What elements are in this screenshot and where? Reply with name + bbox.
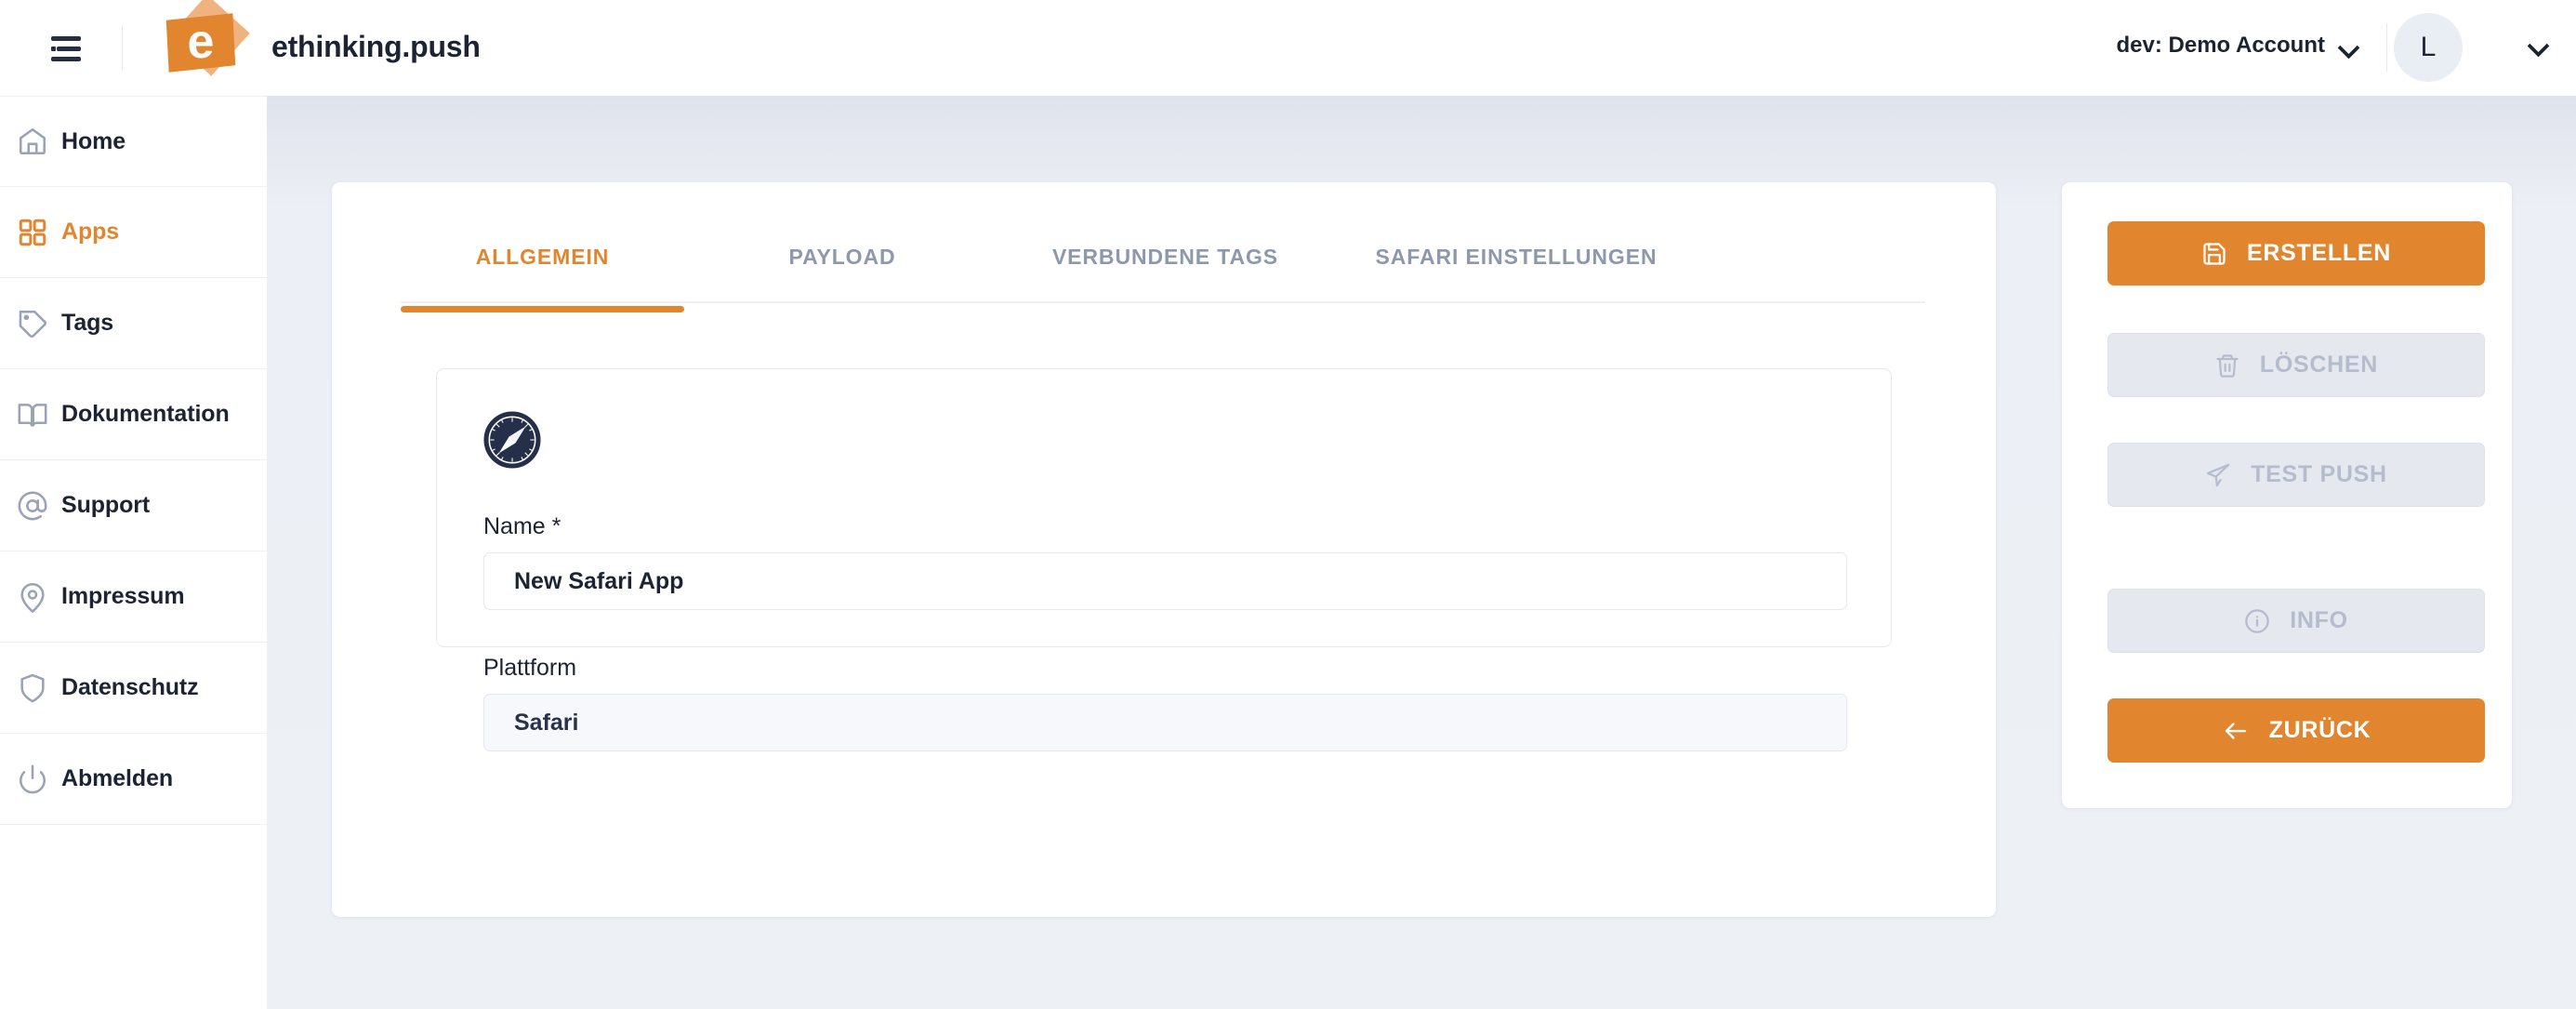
safari-compass-icon bbox=[483, 411, 541, 469]
tab-allgemein[interactable]: ALLGEMEIN bbox=[401, 233, 684, 312]
book-icon bbox=[4, 399, 61, 431]
sidebar-item-home[interactable]: Home bbox=[0, 96, 267, 187]
sidebar-item-abmelden[interactable]: Abmelden bbox=[0, 734, 267, 825]
action-panel: ERSTELLEN LÖSCHEN TEST PUSH INFO ZURÜCK bbox=[2062, 182, 2512, 808]
name-input[interactable]: New Safari App bbox=[483, 552, 1847, 610]
sidebar-item-label: Home bbox=[61, 127, 126, 154]
hamburger-menu-icon[interactable] bbox=[41, 30, 91, 67]
loeschen-button-label: LÖSCHEN bbox=[2259, 352, 2379, 378]
general-form-panel: Name * New Safari App Plattform Safari bbox=[436, 368, 1892, 751]
sidebar-item-label: Datenschutz bbox=[61, 674, 199, 700]
platform-field-label: Plattform bbox=[483, 655, 577, 681]
avatar[interactable]: L bbox=[2394, 13, 2463, 82]
sidebar-item-label: Abmelden bbox=[61, 765, 174, 791]
name-field-label: Name * bbox=[483, 513, 561, 539]
brand-title: ethinking.push bbox=[271, 30, 481, 63]
info-circle-icon bbox=[2244, 608, 2270, 634]
sidebar-item-datenschutz[interactable]: Datenschutz bbox=[0, 643, 267, 734]
sidebar-item-label: Support bbox=[61, 492, 151, 518]
top-header-bar: e ethinking.push dev: Demo Account L bbox=[0, 0, 2576, 96]
trash-icon bbox=[2214, 352, 2240, 378]
app-detail-card: ALLGEMEIN PAYLOAD VERBUNDENE TAGS SAFARI… bbox=[332, 182, 1996, 917]
tag-icon bbox=[4, 308, 61, 339]
sidebar-navigation: Home Apps Tags Dokumentation Support Imp… bbox=[0, 96, 267, 1009]
chevron-down-icon bbox=[2338, 40, 2358, 52]
tab-verbundene-tags[interactable]: VERBUNDENE TAGS bbox=[1000, 233, 1330, 270]
power-icon bbox=[4, 763, 61, 795]
sidebar-item-tags[interactable]: Tags bbox=[0, 278, 267, 369]
content-area: ALLGEMEIN PAYLOAD VERBUNDENE TAGS SAFARI… bbox=[267, 96, 2576, 1009]
zurueck-button[interactable]: ZURÜCK bbox=[2107, 698, 2485, 763]
grid-icon bbox=[4, 217, 61, 248]
sidebar-item-apps[interactable]: Apps bbox=[0, 187, 267, 278]
home-icon bbox=[4, 126, 61, 157]
hamburger-bar bbox=[51, 57, 81, 61]
platform-input: Safari bbox=[483, 694, 1847, 751]
sidebar-item-dokumentation[interactable]: Dokumentation bbox=[0, 369, 267, 460]
sidebar-item-label: Apps bbox=[61, 219, 120, 245]
test-push-button[interactable]: TEST PUSH bbox=[2107, 443, 2485, 507]
logo-letter-e: e bbox=[187, 14, 215, 69]
test-push-button-label: TEST PUSH bbox=[2251, 461, 2387, 487]
hamburger-dot bbox=[51, 46, 56, 51]
brand-logo[interactable]: e bbox=[156, 0, 253, 95]
send-icon bbox=[2205, 462, 2231, 488]
tab-payload[interactable]: PAYLOAD bbox=[684, 233, 1000, 270]
tab-bar: ALLGEMEIN PAYLOAD VERBUNDENE TAGS SAFARI… bbox=[401, 233, 1925, 312]
at-sign-icon bbox=[4, 490, 61, 522]
arrow-left-icon bbox=[2222, 717, 2250, 745]
sidebar-item-impressum[interactable]: Impressum bbox=[0, 551, 267, 643]
header-divider bbox=[122, 26, 123, 70]
erstellen-button-label: ERSTELLEN bbox=[2247, 240, 2391, 266]
info-button[interactable]: INFO bbox=[2107, 589, 2485, 653]
tab-safari-einstellungen[interactable]: SAFARI EINSTELLUNGEN bbox=[1330, 233, 1702, 270]
account-selector[interactable]: dev: Demo Account bbox=[2117, 33, 2358, 59]
account-label: dev: Demo Account bbox=[2116, 33, 2325, 58]
erstellen-button[interactable]: ERSTELLEN bbox=[2107, 221, 2485, 285]
sidebar-item-support[interactable]: Support bbox=[0, 460, 267, 551]
loeschen-button[interactable]: LÖSCHEN bbox=[2107, 333, 2485, 397]
sidebar-item-label: Tags bbox=[61, 310, 114, 336]
hamburger-bar bbox=[57, 46, 81, 51]
shield-icon bbox=[4, 672, 61, 704]
save-icon bbox=[2201, 241, 2227, 267]
header-divider-right bbox=[2386, 23, 2387, 72]
sidebar-item-label: Dokumentation bbox=[61, 401, 230, 427]
zurueck-button-label: ZURÜCK bbox=[2268, 717, 2371, 743]
sidebar-item-label: Impressum bbox=[61, 583, 185, 609]
hamburger-bar bbox=[51, 36, 81, 41]
info-button-label: INFO bbox=[2290, 607, 2348, 633]
map-pin-icon bbox=[4, 581, 61, 613]
